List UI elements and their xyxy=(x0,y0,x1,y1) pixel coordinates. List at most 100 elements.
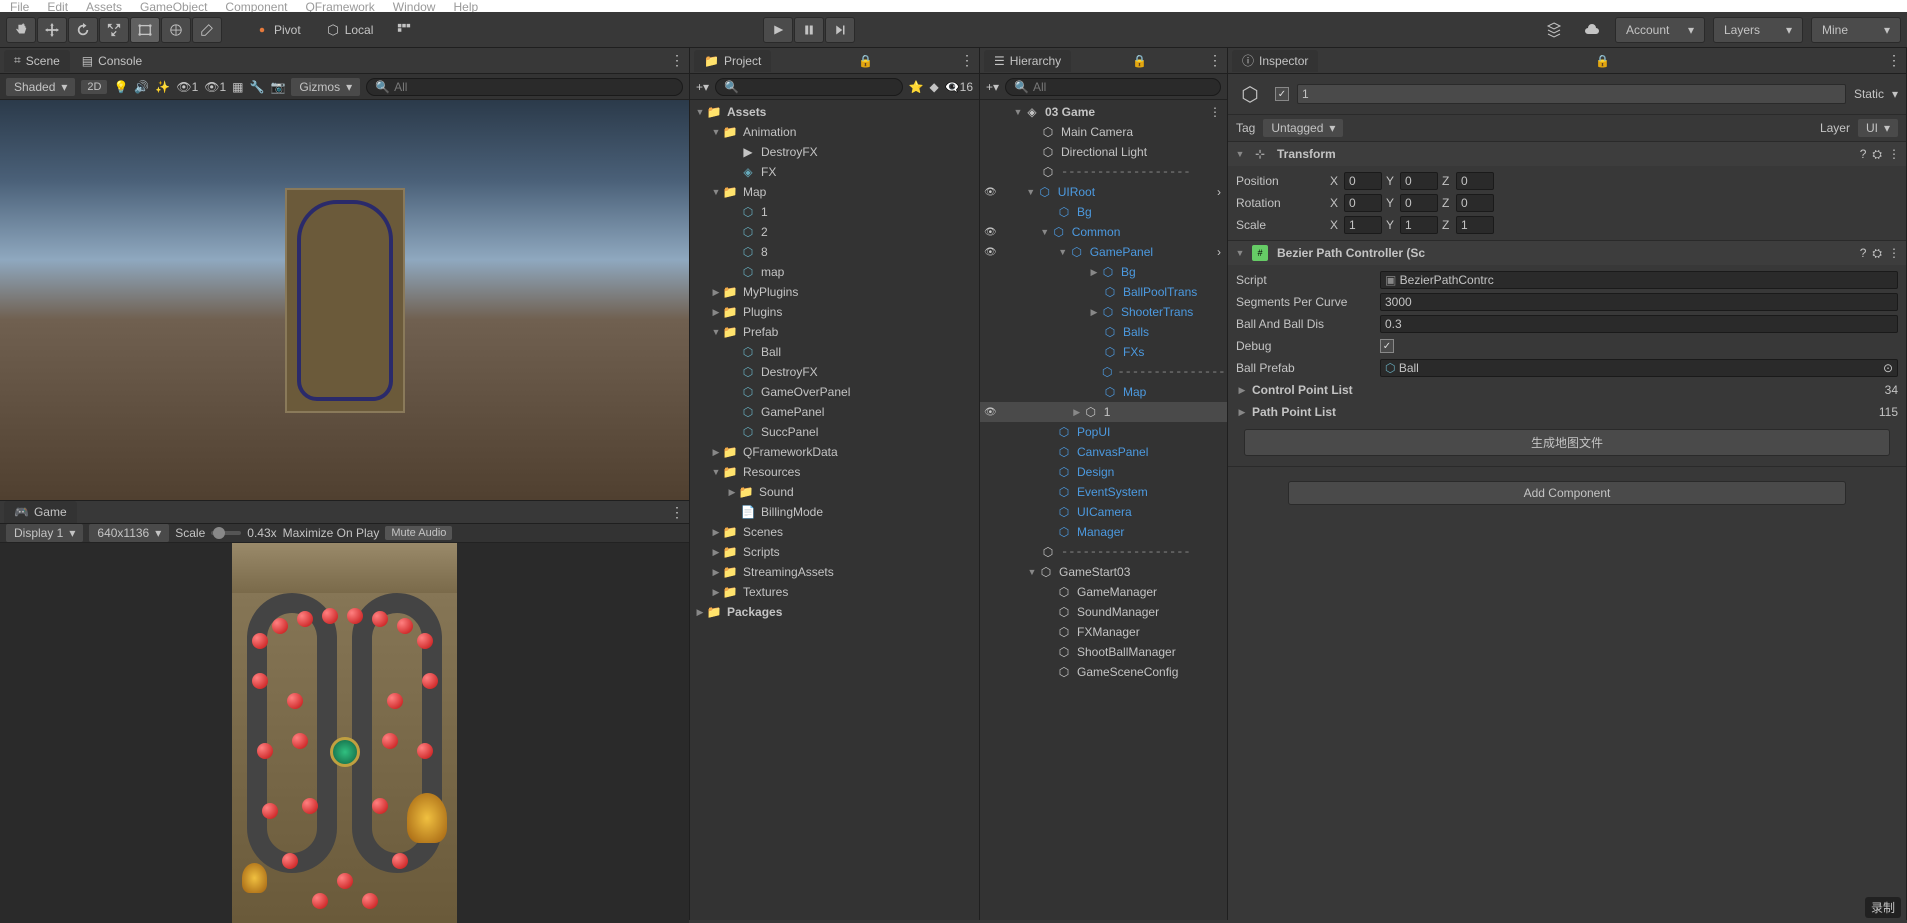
layers-dropdown[interactable]: Layers▾ xyxy=(1713,17,1803,43)
tree-packages[interactable]: ▶📁Packages xyxy=(690,602,979,622)
step-button[interactable] xyxy=(825,17,855,43)
segments-field[interactable]: 3000 xyxy=(1380,293,1898,311)
h-bg[interactable]: ⬡Bg xyxy=(980,202,1227,222)
ctrl-list-label[interactable]: Control Point List xyxy=(1252,383,1392,397)
layer-dropdown[interactable]: UI▾ xyxy=(1858,119,1898,137)
tree-pf-succ[interactable]: ⬡SuccPanel xyxy=(690,422,979,442)
tree-pf-destroyfx[interactable]: ⬡DestroyFX xyxy=(690,362,979,382)
menu-icon[interactable]: ⋮ xyxy=(1888,147,1900,162)
audio-icon[interactable]: 🔊 xyxy=(134,80,149,94)
h-fxs[interactable]: ⬡FXs xyxy=(980,342,1227,362)
bezier-header[interactable]: ▼# Bezier Path Controller (Sc ?⛭⋮ xyxy=(1228,241,1906,265)
h-eventsys[interactable]: ⬡EventSystem xyxy=(980,482,1227,502)
h-divider2[interactable]: ⬡------------------ xyxy=(980,362,1227,382)
tab-project[interactable]: 📁Project xyxy=(694,50,771,72)
help-icon[interactable]: ? xyxy=(1860,246,1867,261)
h-gamestart[interactable]: ▼⬡GameStart03 xyxy=(980,562,1227,582)
h-shootmgr[interactable]: ⬡ShootBallManager xyxy=(980,642,1227,662)
h-uiroot[interactable]: 👁▼⬡UIRoot› xyxy=(980,182,1227,202)
hand-tool[interactable] xyxy=(6,17,36,43)
cloud-icon[interactable] xyxy=(1577,17,1607,43)
scl-z-field[interactable]: 1 xyxy=(1456,216,1494,234)
rot-z-field[interactable]: 0 xyxy=(1456,194,1494,212)
h-popui[interactable]: ⬡PopUI xyxy=(980,422,1227,442)
h-design[interactable]: ⬡Design xyxy=(980,462,1227,482)
tab-game[interactable]: 🎮Game xyxy=(4,501,77,523)
active-checkbox[interactable] xyxy=(1275,87,1289,101)
h-canvas[interactable]: ⬡CanvasPanel xyxy=(980,442,1227,462)
pivot-toggle[interactable]: Pivot xyxy=(246,17,311,43)
fx-icon[interactable]: ✨ xyxy=(155,80,170,94)
visibility-icon[interactable]: 👁 xyxy=(984,247,997,258)
generate-map-button[interactable]: 生成地图文件 xyxy=(1244,429,1890,456)
visibility-icon[interactable]: 👁 xyxy=(984,187,997,198)
scene-search[interactable]: 🔍All xyxy=(366,78,683,96)
scl-y-field[interactable]: 1 xyxy=(1400,216,1438,234)
tree-sound[interactable]: ▶📁Sound xyxy=(690,482,979,502)
tree-plugins[interactable]: ▶📁Plugins xyxy=(690,302,979,322)
mute-toggle[interactable]: Mute Audio xyxy=(385,526,452,540)
overlay-1[interactable]: 👁1 xyxy=(176,80,198,94)
h-map[interactable]: ⬡Map xyxy=(980,382,1227,402)
h-gp-bg[interactable]: ▶⬡Bg xyxy=(980,262,1227,282)
h-scene[interactable]: ▼◈03 Game⋮ xyxy=(980,102,1227,122)
tab-inspector[interactable]: ⓘInspector xyxy=(1232,50,1318,72)
lock-icon[interactable]: 🔒 xyxy=(1595,54,1610,68)
tree-scripts[interactable]: ▶📁Scripts xyxy=(690,542,979,562)
hierarchy-search[interactable]: 🔍All xyxy=(1005,78,1221,96)
visibility-icon[interactable]: 👁 xyxy=(984,407,997,418)
h-gamepanel[interactable]: 👁▼⬡GamePanel› xyxy=(980,242,1227,262)
play-button[interactable] xyxy=(763,17,793,43)
scale-slider[interactable] xyxy=(211,531,241,535)
h-fxmgr[interactable]: ⬡FXManager xyxy=(980,622,1227,642)
collab-icon[interactable] xyxy=(1539,17,1569,43)
local-toggle[interactable]: Local xyxy=(317,17,384,43)
move-tool[interactable] xyxy=(37,17,67,43)
pos-z-field[interactable]: 0 xyxy=(1456,172,1494,190)
rot-x-field[interactable]: 0 xyxy=(1344,194,1382,212)
game-viewport[interactable] xyxy=(0,543,689,923)
preset-icon[interactable]: ⛭ xyxy=(1872,147,1882,162)
tree-pf-ball[interactable]: ⬡Ball xyxy=(690,342,979,362)
account-dropdown[interactable]: Account▾ xyxy=(1615,17,1705,43)
maximize-toggle[interactable]: Maximize On Play xyxy=(283,526,380,540)
static-dropdown[interactable]: ▾ xyxy=(1892,87,1898,101)
rect-tool[interactable] xyxy=(130,17,160,43)
grid-icon[interactable]: ▦ xyxy=(232,80,243,94)
pos-y-field[interactable]: 0 xyxy=(1400,172,1438,190)
overlay-2[interactable]: 👁1 xyxy=(204,80,226,94)
custom-tool[interactable] xyxy=(192,17,222,43)
h-gamemgr[interactable]: ⬡GameManager xyxy=(980,582,1227,602)
h-common[interactable]: 👁▼⬡Common xyxy=(980,222,1227,242)
2d-toggle[interactable]: 2D xyxy=(81,80,107,94)
tree-destroyfx[interactable]: ▶DestroyFX xyxy=(690,142,979,162)
preset-icon[interactable]: ⛭ xyxy=(1872,246,1882,261)
display-dropdown[interactable]: Display 1▾ xyxy=(6,524,83,542)
tree-map-map[interactable]: ⬡map xyxy=(690,262,979,282)
tab-scene[interactable]: ⌗Scene xyxy=(4,50,70,72)
lock-icon[interactable]: 🔒 xyxy=(858,54,873,68)
h-uicamera[interactable]: ⬡UICamera xyxy=(980,502,1227,522)
tree-qframework[interactable]: ▶📁QFrameworkData xyxy=(690,442,979,462)
grid-snap[interactable] xyxy=(389,17,419,43)
panel-menu-icon[interactable]: ⋮ xyxy=(670,52,685,69)
scale-tool[interactable] xyxy=(99,17,129,43)
h-one[interactable]: 👁▶⬡1 xyxy=(980,402,1227,422)
h-main-camera[interactable]: ⬡Main Camera xyxy=(980,122,1227,142)
create-icon[interactable]: +▾ xyxy=(696,80,709,94)
scene-viewport[interactable] xyxy=(0,100,689,500)
tree-map-1[interactable]: ⬡1 xyxy=(690,202,979,222)
balldis-field[interactable]: 0.3 xyxy=(1380,315,1898,333)
transform-header[interactable]: ▼⊹ Transform ?⛭⋮ xyxy=(1228,142,1906,166)
tree-prefab[interactable]: ▼📁Prefab xyxy=(690,322,979,342)
light-icon[interactable]: 💡 xyxy=(113,80,128,94)
visibility-icon[interactable]: 👁 xyxy=(984,227,997,238)
tab-console[interactable]: ▤Console xyxy=(72,50,152,72)
lock-icon[interactable]: 🔒 xyxy=(1132,54,1147,68)
rot-y-field[interactable]: 0 xyxy=(1400,194,1438,212)
tree-map-2[interactable]: ⬡2 xyxy=(690,222,979,242)
hierarchy-tree[interactable]: ▼◈03 Game⋮ ⬡Main Camera ⬡Directional Lig… xyxy=(980,100,1227,920)
filter-icon[interactable]: ◆ xyxy=(929,80,938,94)
tree-resources[interactable]: ▼📁Resources xyxy=(690,462,979,482)
tree-pf-gamepanel[interactable]: ⬡GamePanel xyxy=(690,402,979,422)
